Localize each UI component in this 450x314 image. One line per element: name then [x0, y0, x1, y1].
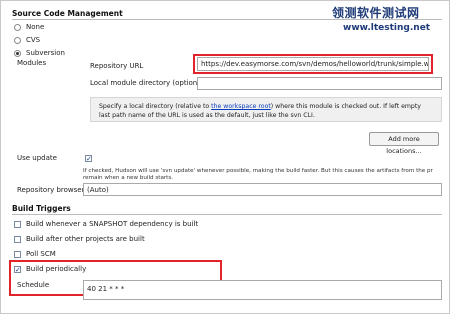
- radio-none-label: None: [26, 23, 45, 31]
- radio-cvs-label: CVS: [26, 36, 41, 44]
- help-text-3: last path name of the URL is used as the…: [99, 111, 315, 119]
- poll-scm-checkbox[interactable]: [14, 251, 21, 258]
- after-projects-label: Build after other projects are built: [26, 235, 145, 243]
- repo-browser-select[interactable]: (Auto): [83, 183, 442, 196]
- local-dir-label: Local module directory (optional): [90, 79, 207, 87]
- local-dir-input[interactable]: [197, 77, 442, 90]
- build-periodically-label: Build periodically: [26, 265, 87, 273]
- repo-url-label: Repository URL: [90, 62, 144, 70]
- modules-label: Modules: [17, 59, 47, 67]
- radio-subversion-label: Subversion: [26, 49, 65, 57]
- use-update-checkbox[interactable]: ✓: [85, 155, 92, 163]
- snapshot-trigger-label: Build whenever a SNAPSHOT dependency is …: [26, 220, 199, 228]
- build-periodically-checkbox[interactable]: ✓: [14, 266, 21, 274]
- poll-scm-label: Poll SCM: [26, 250, 56, 258]
- triggers-divider: [12, 214, 442, 215]
- use-update-label: Use update: [17, 154, 57, 162]
- add-more-locations-button[interactable]: Add more locations...: [369, 132, 439, 155]
- watermark-title: 领测软件测试网: [332, 6, 420, 20]
- use-update-help-2: remain when a new build starts.: [83, 175, 174, 181]
- workspace-root-link[interactable]: the workspace root: [211, 103, 271, 110]
- radio-subversion[interactable]: [14, 50, 21, 57]
- after-projects-checkbox[interactable]: [14, 236, 21, 243]
- use-update-help-1: If checked, Hudson will use 'svn update'…: [83, 168, 433, 174]
- local-dir-help: Specify a local directory (relative to t…: [90, 97, 442, 122]
- help-text-1: Specify a local directory (relative to: [99, 103, 212, 110]
- schedule-label: Schedule: [17, 281, 50, 289]
- scm-section-title: Source Code Management: [12, 9, 123, 18]
- schedule-input[interactable]: 40 21 * * *: [83, 280, 442, 300]
- repo-browser-label: Repository browser: [17, 186, 85, 194]
- radio-none[interactable]: [14, 24, 21, 31]
- help-text-2: ) where this module is checked out. If l…: [270, 103, 421, 110]
- snapshot-trigger-checkbox[interactable]: [14, 221, 21, 228]
- watermark-url: www.ltesting.net: [343, 23, 431, 33]
- radio-cvs[interactable]: [14, 37, 21, 44]
- build-triggers-title: Build Triggers: [12, 204, 71, 213]
- repo-url-input[interactable]: https://dev.easymorse.com/svn/demos/hell…: [197, 57, 429, 71]
